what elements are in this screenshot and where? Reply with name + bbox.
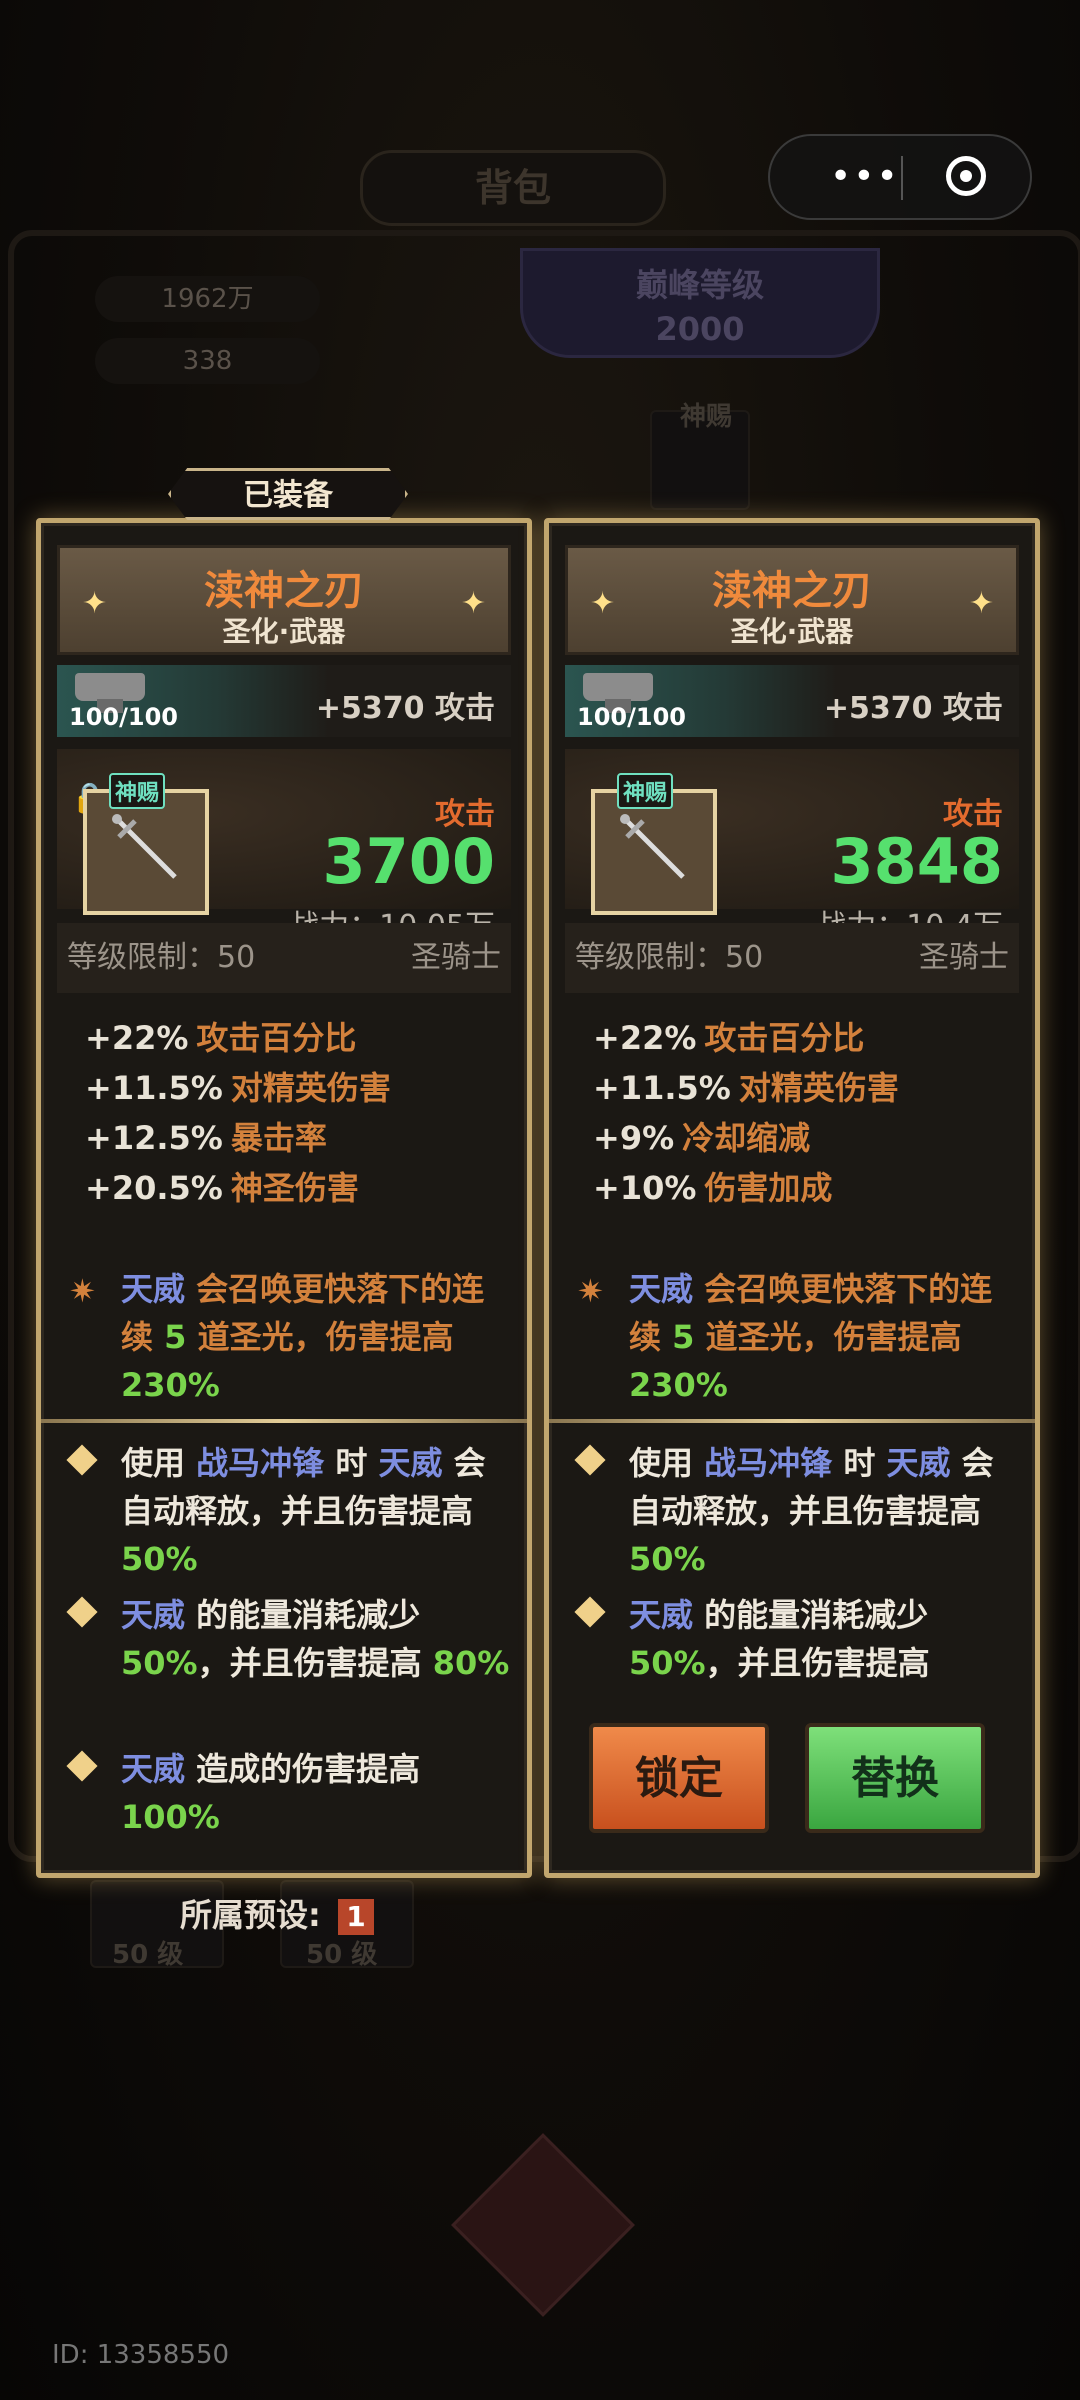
- forge-bar: 100/100 +5370 攻击: [57, 665, 511, 737]
- durability: 100/100: [577, 703, 686, 731]
- special-effect: ✷ 天威 会召唤更快落下的连续 5 道圣光，伤害提高 230%: [565, 1265, 1019, 1409]
- forge-bar: 100/100 +5370 攻击: [565, 665, 1019, 737]
- gold-counter: 1962万: [95, 276, 320, 322]
- close-target-icon[interactable]: [946, 156, 986, 196]
- diamond-icon: [66, 1750, 98, 1782]
- perk-row: 天威 的能量消耗减少 50%，并且伤害提高 80%: [57, 1591, 511, 1687]
- miniprogram-capsule: •••: [768, 134, 1032, 220]
- more-icon[interactable]: •••: [830, 159, 900, 195]
- stat-row: +11.5% 对精英伤害: [593, 1069, 899, 1107]
- diamond-icon: [66, 1444, 98, 1476]
- item-summary: 神赐 攻击 3848 战力：10.4万: [565, 749, 1019, 944]
- divider: [41, 1419, 527, 1423]
- diamond-icon: [574, 1596, 606, 1628]
- stat-list: +22% 攻击百分比 +11.5% 对精英伤害 +12.5% 暴击率 +20.5% 神圣…: [57, 1013, 511, 1213]
- capsule-divider: [901, 156, 903, 200]
- perk-row: 使用 战马冲锋 时 天威 会自动释放，并且伤害提高 50%: [57, 1439, 511, 1583]
- gift-tag: 神赐: [617, 773, 674, 809]
- preset-row: 所属预设: 1: [180, 1890, 374, 1936]
- gift-tag: 神赐: [109, 773, 166, 809]
- lock-button[interactable]: 锁定: [589, 1723, 769, 1833]
- stat-row: +12.5% 暴击率: [85, 1119, 327, 1157]
- stat-row: +11.5% 对精英伤害: [85, 1069, 391, 1107]
- special-effect: ✷ 天威 会召唤更快落下的连续 5 道圣光，伤害提高 230%: [57, 1265, 511, 1409]
- preset-number[interactable]: 1: [337, 1899, 374, 1935]
- item-header: ✦ ✦ 渎神之刃 圣化·武器: [57, 545, 511, 655]
- peak-level-value: 2000: [655, 310, 745, 348]
- item-header: ✦ ✦ 渎神之刃 圣化·武器: [565, 545, 1019, 655]
- star-icon: ✷: [69, 1272, 96, 1310]
- stat-row: +22% 攻击百分比: [85, 1019, 357, 1057]
- perk-row: 天威 的能量消耗减少 50%，并且伤害提高: [565, 1591, 1019, 1687]
- stat-row: +10% 伤害加成: [593, 1169, 833, 1207]
- stat-row: +22% 攻击百分比: [593, 1019, 865, 1057]
- item-summary: 🔒 神赐 攻击 3700 战力：10.05万: [57, 749, 511, 944]
- sword-icon: [112, 814, 177, 879]
- requirement-row: 等级限制：50 圣骑士: [565, 923, 1019, 993]
- bg-level-a: 50 级: [112, 1940, 184, 1970]
- replace-button[interactable]: 替换: [805, 1723, 985, 1833]
- class-requirement: 圣骑士: [411, 940, 501, 975]
- peak-level-banner: 巅峰等级 2000: [520, 248, 880, 358]
- stat-row: +9% 冷却缩减: [593, 1119, 811, 1157]
- item-category: 圣化·武器: [222, 615, 346, 648]
- level-limit: 等级限制：50: [575, 940, 764, 975]
- anvil-icon: [583, 673, 653, 713]
- class-requirement: 圣骑士: [919, 940, 1009, 975]
- item-icon-frame: 神赐: [591, 773, 717, 915]
- durability: 100/100: [69, 703, 178, 731]
- preset-label: 所属预设:: [180, 1896, 321, 1934]
- equipped-tag: 已装备: [168, 468, 408, 520]
- diamond-icon: [574, 1444, 606, 1476]
- forge-bonus: +5370 攻击: [823, 691, 1003, 726]
- bg-level-b: 50 级: [306, 1940, 378, 1970]
- item-name: 渎神之刃: [204, 568, 364, 614]
- compare-item-card: ✦ ✦ 渎神之刃 圣化·武器 100/100 +5370 攻击 神赐 攻击 38…: [544, 518, 1040, 1878]
- peak-level-label: 巅峰等级: [635, 266, 764, 304]
- item-name: 渎神之刃: [712, 568, 872, 614]
- stat-row: +20.5% 神圣伤害: [85, 1169, 359, 1207]
- attack-value: 3700: [322, 825, 495, 898]
- forge-bonus: +5370 攻击: [315, 691, 495, 726]
- item-icon-frame: 神赐: [83, 773, 209, 915]
- sword-icon: [620, 814, 685, 879]
- equipped-item-card: ✦ ✦ 渎神之刃 圣化·武器 100/100 +5370 攻击 🔒 神赐 攻击 …: [36, 518, 532, 1878]
- requirement-row: 等级限制：50 圣骑士: [57, 923, 511, 993]
- perk-row: 天威 造成的伤害提高 100%: [57, 1745, 511, 1841]
- level-limit: 等级限制：50: [67, 940, 256, 975]
- diamond-icon: [66, 1596, 98, 1628]
- bg-gift-badge: 神赐: [680, 402, 733, 432]
- anvil-icon: [75, 673, 145, 713]
- stat-list: +22% 攻击百分比 +11.5% 对精英伤害 +9% 冷却缩减 +10% 伤害加成: [565, 1013, 1019, 1213]
- divider: [549, 1419, 1035, 1423]
- bag-title: 背包: [360, 150, 666, 226]
- attack-value: 3848: [830, 825, 1003, 898]
- gem-counter: 338: [95, 338, 320, 384]
- item-category: 圣化·武器: [730, 615, 854, 648]
- perk-row: 使用 战马冲锋 时 天威 会自动释放，并且伤害提高 50%: [565, 1439, 1019, 1583]
- user-id: ID: 13358550: [52, 2340, 230, 2370]
- star-icon: ✷: [577, 1272, 604, 1310]
